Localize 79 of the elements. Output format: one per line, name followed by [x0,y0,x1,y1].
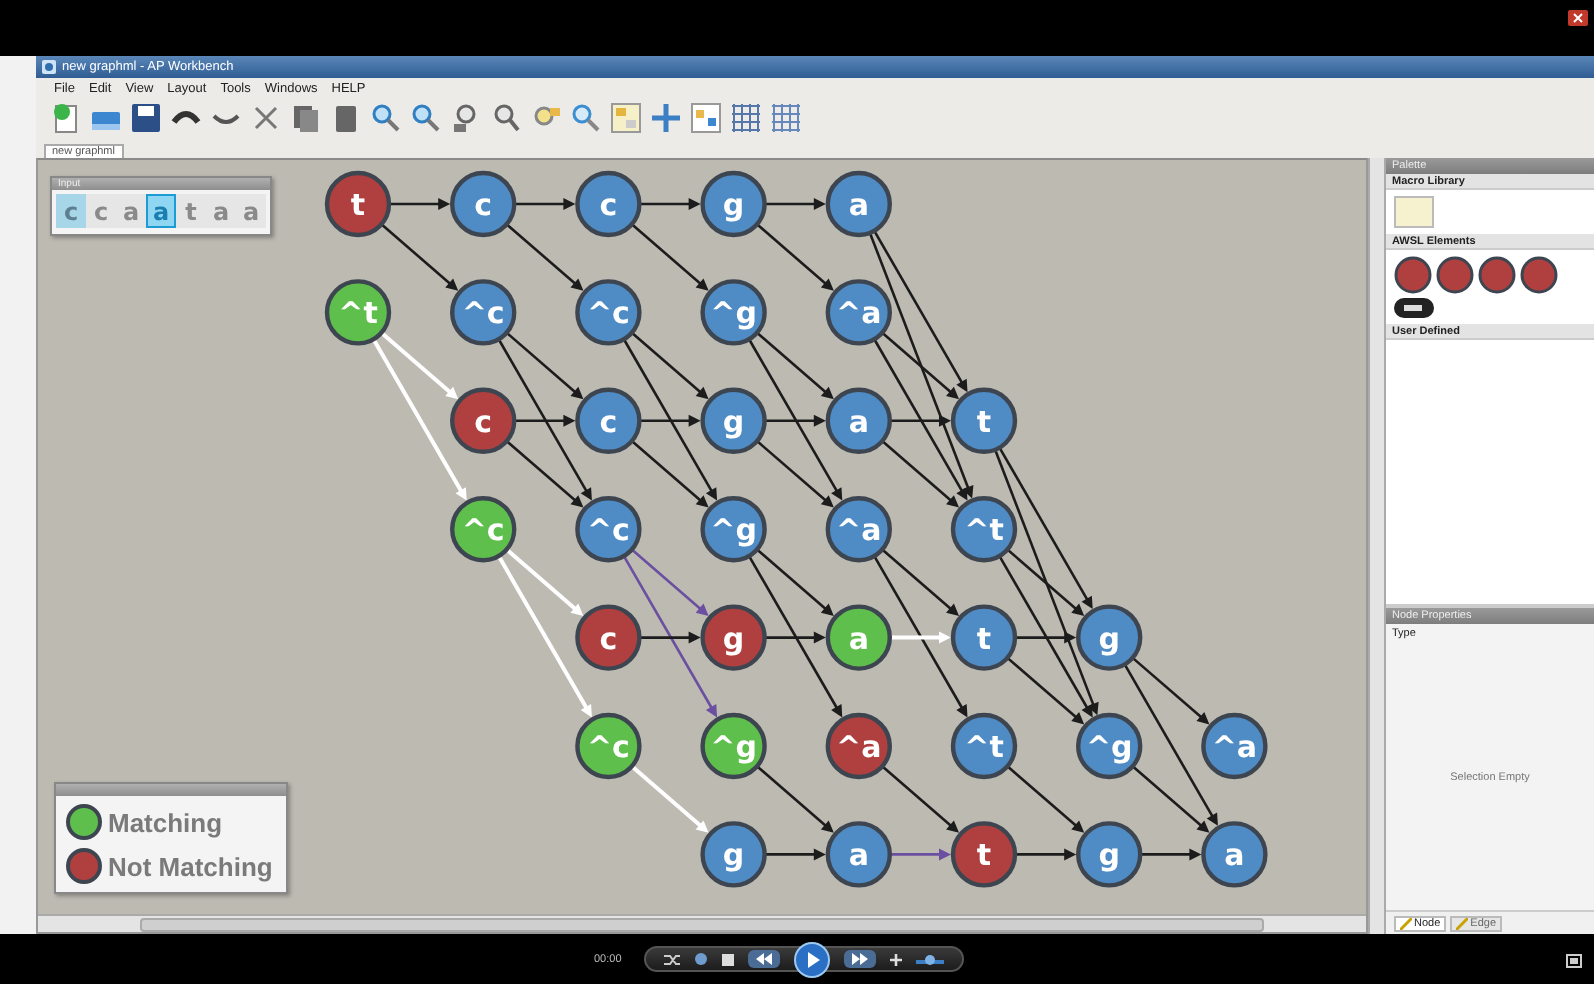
play-icon[interactable] [793,941,830,977]
counter-element-icon[interactable] [1394,298,1434,318]
graph-node[interactable]: g [1076,604,1143,671]
graph-node[interactable]: ^g [700,712,767,780]
graph-node[interactable]: ^t [950,496,1018,563]
graph-node[interactable]: a [825,387,892,454]
node-element-icon[interactable] [1478,256,1516,294]
graph-node[interactable]: c [575,604,642,671]
graph-node[interactable]: g [700,821,767,888]
input-symbol: t [176,194,206,228]
input-symbol: a [116,194,146,228]
graph-node[interactable]: a [1201,821,1268,888]
graph-node[interactable]: c [450,170,517,238]
pencil-icon [1400,917,1412,929]
graph-node[interactable]: a [825,604,892,671]
node-element-icon[interactable] [1520,256,1558,294]
new-file-icon[interactable] [50,102,82,134]
close-icon[interactable] [1568,10,1588,26]
grid-icon[interactable] [730,102,762,134]
input-symbol: c [86,194,116,228]
graph-node[interactable]: ^t [324,279,392,346]
legend-label: Not Matching [108,851,273,881]
graph-node[interactable]: ^c [575,496,642,563]
rewind-icon[interactable] [747,950,780,968]
grid-icon[interactable] [770,102,802,134]
graph-node[interactable]: a [825,170,892,238]
graph-node[interactable]: c [450,387,517,454]
shuffle-icon[interactable] [663,953,680,965]
node-element-icon[interactable] [1394,256,1432,294]
graph-node[interactable]: ^g [700,279,767,346]
graph-node[interactable]: ^a [825,496,892,563]
zoom-in-icon[interactable] [370,102,402,134]
graph-node[interactable]: t [950,821,1018,888]
search-icon[interactable] [570,102,602,134]
input-symbol: a [236,194,266,228]
graph-node[interactable]: ^c [575,712,642,780]
graph-node[interactable]: g [700,387,767,454]
graph-node[interactable]: t [324,170,392,238]
graph-node[interactable]: a [825,821,892,888]
legend-label: Matching [108,807,223,837]
node-icon[interactable] [690,102,722,134]
graph-node[interactable]: g [700,170,767,238]
paste-icon[interactable] [330,102,362,134]
graph-node[interactable]: g [1076,821,1143,888]
graph-node[interactable]: t [950,604,1018,671]
volume-slider-icon[interactable] [915,953,944,965]
graph-node[interactable]: c [575,387,642,454]
input-symbol: a [206,194,236,228]
select-icon[interactable] [610,102,642,134]
move-icon[interactable] [650,102,682,134]
graph-node[interactable]: ^a [1201,712,1268,780]
fullscreen-icon[interactable] [1566,953,1582,967]
node-element-icon[interactable] [1436,256,1474,294]
fast-forward-icon[interactable] [843,950,876,968]
graph-node[interactable]: ^c [575,279,642,346]
zoom-out-icon[interactable] [410,102,442,134]
graph-node[interactable]: ^a [825,279,892,346]
pencil-icon [1456,917,1469,929]
zoom-icon[interactable] [490,102,522,134]
graph-node[interactable]: ^t [950,712,1018,780]
stop-icon[interactable] [721,953,734,965]
graph-node[interactable]: ^c [450,496,517,563]
graph-node[interactable]: ^g [700,496,767,563]
graph-node[interactable]: c [575,170,642,238]
graph-node[interactable]: ^c [450,279,517,346]
graph-node[interactable]: g [700,604,767,671]
app-icon [42,60,56,74]
volume-icon[interactable] [889,953,902,965]
save-icon[interactable] [130,102,162,134]
scissors-icon[interactable] [250,102,282,134]
repeat-icon[interactable] [693,952,708,966]
copy-icon[interactable] [290,102,322,134]
graph-node[interactable]: t [950,387,1018,454]
scroll-thumb[interactable] [140,917,1264,931]
graph-node[interactable]: ^a [825,712,892,780]
input-symbol: a [146,194,176,228]
input-symbol: c [56,194,86,228]
graph-node[interactable]: ^g [1076,712,1143,780]
vertical-scrollbar[interactable] [1368,158,1384,934]
